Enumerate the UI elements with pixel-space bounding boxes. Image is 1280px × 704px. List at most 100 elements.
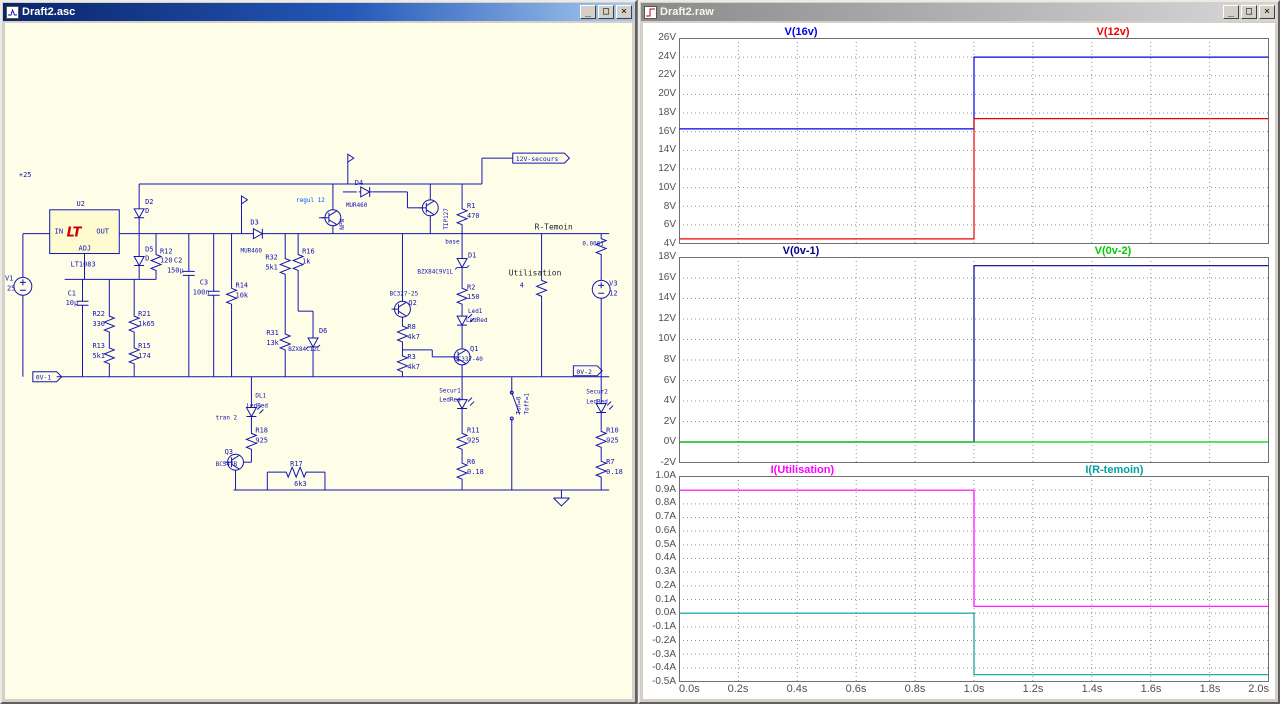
trace-I(Utilisation)[interactable] — [679, 489, 1269, 607]
schematic-text: Q2 — [408, 299, 416, 307]
schematic-text: R1 — [467, 202, 475, 210]
y-tick-label: 8V — [663, 354, 676, 365]
zen-symbol — [454, 251, 470, 276]
schematic-text: 1k65 — [138, 320, 155, 328]
y-tick-label: 14V — [658, 292, 676, 304]
schematic-text: V3 — [609, 279, 617, 287]
schematic-text: Secur2 — [586, 389, 608, 396]
trace-V(0v-1)[interactable] — [679, 265, 1269, 443]
res-symbol — [455, 460, 469, 485]
window-title: Draft2.raw — [660, 6, 714, 18]
y-tick-label: 18V — [658, 251, 676, 262]
x-tick-label: 1.2s — [1022, 683, 1044, 695]
x-tick-label: 2.0s — [1248, 683, 1269, 695]
x-tick-label: 0.8s — [904, 683, 926, 695]
schematic-text: V1 — [5, 274, 13, 282]
res-symbol — [594, 458, 608, 483]
schematic-text: BC327-25 — [390, 290, 419, 297]
y-tick-label: -0.4A — [652, 662, 676, 674]
schematic-text: R8 — [407, 323, 415, 331]
schematic-text: +25 — [19, 171, 32, 179]
y-tick-label: 0.0A — [655, 607, 676, 619]
schematic-text: 925 — [467, 436, 480, 444]
trace-labels: I(Utilisation) I(R-temoin) — [645, 463, 1269, 476]
svg-text:0V-2: 0V-2 — [576, 368, 592, 376]
res-symbol — [455, 430, 469, 455]
schematic-text: MUR460 — [240, 248, 262, 255]
y-tick-label: 16V — [658, 125, 676, 137]
schematic-text: BC337-40 — [454, 356, 483, 363]
net-label-flag: 0V-2 — [572, 365, 603, 377]
schematic-text: 10k — [236, 291, 249, 299]
waveform-window: Draft2.raw _ □ × V(16v) V(12v) 26V 24V 22V 2… — [638, 0, 1280, 704]
plot-area[interactable] — [679, 476, 1269, 682]
schematic-text: 0.18 — [606, 468, 623, 476]
trace-label[interactable]: V(0v-1) — [783, 245, 820, 257]
diaV-symbol — [133, 249, 145, 274]
trace-V(12v)[interactable] — [679, 118, 1269, 240]
x-tick-label: 0.6s — [845, 683, 867, 695]
net-label-flag: 12V-secours — [512, 152, 571, 164]
schematic-text: Utilisation — [509, 268, 562, 277]
schematic-text: R15 — [138, 342, 151, 350]
schematic-window: Draft2.asc _ □ × LT 12V-secours 0V-1 0V-2 +2… — [0, 0, 637, 704]
y-tick-label: -0.5A — [652, 676, 676, 687]
minimize-button[interactable]: _ — [1223, 5, 1239, 19]
schematic-text: 4 — [520, 281, 524, 289]
titlebar-schematic[interactable]: Draft2.asc _ □ × — [3, 3, 634, 21]
maximize-button[interactable]: □ — [598, 5, 614, 19]
schematic-text: R18 — [255, 426, 268, 434]
schematic-text: LedRed — [439, 397, 461, 404]
window-controls: _ □ × — [580, 5, 632, 19]
y-tick-label: 0.9A — [655, 483, 676, 495]
schematic-text: BZX84C12L — [288, 346, 321, 353]
schematic-text: R22 — [92, 310, 105, 318]
trace-label[interactable]: I(R-temoin) — [1085, 464, 1143, 476]
minimize-button[interactable]: _ — [580, 5, 596, 19]
y-tick-label: 6V — [663, 219, 676, 231]
schematic-text: 150 — [467, 293, 480, 301]
schematic-text: Q1 — [470, 345, 478, 353]
x-tick-label: 1.8s — [1199, 683, 1221, 695]
schematic-text: 100n — [193, 288, 210, 296]
trace-I(R-temoin)[interactable] — [679, 612, 1269, 676]
plot-area[interactable] — [679, 38, 1269, 244]
y-tick-label: 6V — [663, 374, 676, 386]
plot-area[interactable] — [679, 257, 1269, 463]
y-tick-label: 0.3A — [655, 566, 676, 578]
schematic-area[interactable]: LT 12V-secours 0V-1 0V-2 +25 V1 25 U2 IN OUT ADJ LT… — [5, 23, 632, 699]
schematic-text: R21 — [138, 310, 151, 318]
diaV-symbol — [133, 201, 145, 226]
schematic-text: IN — [55, 228, 63, 236]
close-button[interactable]: × — [1259, 5, 1275, 19]
svg-text:LT: LT — [67, 226, 83, 241]
y-tick-label: 0.8A — [655, 497, 676, 509]
res-symbol — [396, 352, 409, 377]
schematic-text: 6k3 — [294, 480, 307, 488]
x-tick-label: 1.4s — [1081, 683, 1103, 695]
diaH-symbol — [358, 186, 373, 198]
trace-label[interactable]: I(Utilisation) — [771, 464, 835, 476]
y-tick-label: 0.6A — [655, 524, 676, 536]
trace-label[interactable]: V(12v) — [1096, 26, 1129, 38]
trace-label[interactable]: V(0v-2) — [1095, 245, 1132, 257]
res-symbol — [103, 313, 116, 337]
y-tick-label: 0.1A — [655, 593, 676, 605]
schematic-text: D5 — [145, 246, 153, 254]
schematic-text: Q3 — [225, 448, 233, 456]
maximize-button[interactable]: □ — [1241, 5, 1257, 19]
schematic-canvas[interactable]: LT 12V-secours 0V-1 0V-2 +25 V1 25 U2 IN OUT ADJ LT… — [5, 23, 632, 699]
schematic-text: R6 — [467, 458, 475, 466]
close-button[interactable]: × — [616, 5, 632, 19]
schematic-text: LT1083 — [71, 260, 96, 268]
trace-label[interactable]: V(16v) — [784, 26, 817, 38]
schematic-text: R14 — [236, 281, 249, 289]
schematic-text: R13 — [92, 342, 105, 350]
y-tick-label: 0V — [663, 436, 676, 448]
titlebar-waveform[interactable]: Draft2.raw _ □ × — [641, 3, 1277, 21]
y-tick-label: 4V — [663, 395, 676, 407]
schematic-text: 0.18 — [467, 468, 484, 476]
schematic-text: 0.0001 — [582, 241, 604, 248]
schematic-text: C2 — [174, 256, 182, 264]
schematic-text: OUT — [96, 228, 109, 236]
